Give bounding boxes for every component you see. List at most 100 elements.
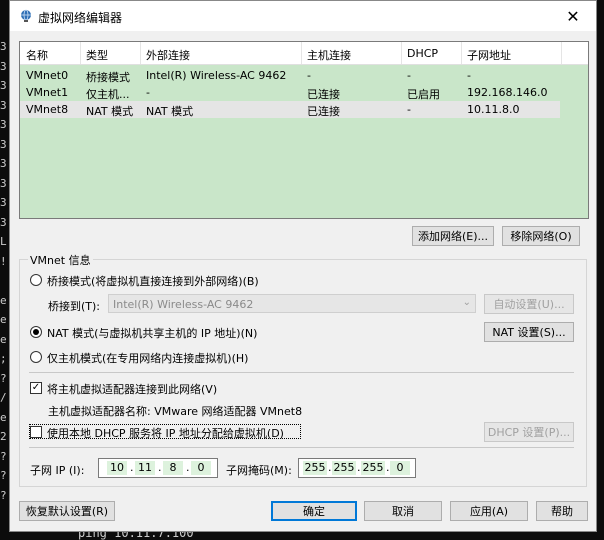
- auto-settings-button[interactable]: 自动设置(U)...: [484, 294, 574, 314]
- bridged-to-value: Intel(R) Wireless-AC 9462: [113, 298, 254, 311]
- bridged-mode-label[interactable]: 桥接模式(将虚拟机直接连接到外部网络)(B): [47, 273, 259, 289]
- cell-external: Intel(R) Wireless-AC 9462: [146, 69, 287, 82]
- column-header-host[interactable]: 主机连接: [307, 47, 351, 63]
- cell-name: VMnet8: [26, 103, 69, 116]
- bridged-to-select[interactable]: Intel(R) Wireless-AC 9462 ⌄: [108, 294, 476, 313]
- column-header-external[interactable]: 外部连接: [146, 47, 190, 63]
- terminal-char: e: [0, 332, 7, 346]
- host-only-mode-radio[interactable]: [30, 351, 42, 363]
- subnet-ip-octet-4[interactable]: 0: [191, 461, 211, 475]
- cell-subnet: 10.11.8.0: [467, 103, 520, 116]
- vmnet-info-group-title: VMnet 信息: [28, 252, 93, 268]
- terminal-background-right: [596, 0, 604, 538]
- cell-dhcp: 已启用: [407, 88, 440, 101]
- remove-network-button[interactable]: 移除网络(O): [502, 226, 580, 246]
- network-row-vmnet1[interactable]: VMnet1 仅主机... - 已连接 已启用 192.168.146.0: [20, 84, 588, 101]
- network-row-vmnet0[interactable]: VMnet0 桥接模式 Intel(R) Wireless-AC 9462 - …: [20, 67, 588, 84]
- terminal-char: 3: [0, 79, 7, 92]
- separator: [29, 372, 574, 373]
- terminal-char: L: [0, 235, 7, 248]
- cell-subnet: -: [467, 69, 471, 82]
- subnet-ip-octet-1[interactable]: 10: [107, 461, 127, 475]
- terminal-char: 3: [0, 118, 7, 131]
- cell-host: 已连接: [307, 105, 340, 118]
- cell-type: 桥接模式: [86, 71, 130, 84]
- terminal-char: 3: [0, 215, 7, 229]
- restore-defaults-button[interactable]: 恢复默认设置(R): [19, 501, 115, 521]
- subnet-mask-octet-3[interactable]: 255: [361, 461, 385, 475]
- terminal-char: 3: [0, 137, 7, 151]
- column-header-subnet[interactable]: 子网地址: [467, 47, 511, 63]
- subnet-ip-octet-3[interactable]: 8: [163, 461, 183, 475]
- network-globe-icon: [21, 9, 31, 22]
- bridged-to-label: 桥接到(T):: [48, 300, 101, 313]
- nat-settings-button[interactable]: NAT 设置(S)...: [484, 322, 574, 342]
- terminal-char: !: [0, 254, 7, 268]
- subnet-mask-label: 子网掩码(M):: [226, 464, 292, 477]
- terminal-char: 2: [0, 430, 7, 443]
- terminal-char: e: [0, 293, 7, 307]
- dhcp-settings-button[interactable]: DHCP 设置(P)...: [484, 422, 574, 442]
- virtual-network-editor-dialog: 虚拟网络编辑器 ✕ 名称 类型 外部连接 主机连接 DHCP 子网地址 VMne…: [9, 0, 597, 532]
- apply-button[interactable]: 应用(A): [450, 501, 528, 521]
- terminal-char: ?: [0, 469, 7, 482]
- terminal-char: /: [0, 391, 7, 404]
- connect-adapter-checkbox[interactable]: ✓: [30, 382, 42, 394]
- bridged-mode-radio[interactable]: [30, 274, 42, 286]
- cell-dhcp: -: [407, 103, 411, 116]
- title-bar[interactable]: 虚拟网络编辑器 ✕: [10, 1, 596, 31]
- cancel-button[interactable]: 取消: [364, 501, 442, 521]
- network-row-vmnet8[interactable]: VMnet8 NAT 模式 NAT 模式 已连接 - 10.11.8.0: [20, 101, 560, 118]
- chevron-down-icon: ⌄: [462, 297, 471, 308]
- add-network-button[interactable]: 添加网络(E)...: [412, 226, 494, 246]
- terminal-char: ?: [0, 449, 7, 463]
- separator: [29, 447, 574, 448]
- terminal-char: 3: [0, 157, 7, 170]
- close-button[interactable]: ✕: [550, 1, 596, 31]
- network-list-header: 名称 类型 外部连接 主机连接 DHCP 子网地址: [20, 42, 588, 65]
- column-header-dhcp[interactable]: DHCP: [407, 47, 438, 60]
- terminal-char: ?: [0, 371, 7, 385]
- column-header-name[interactable]: 名称: [26, 47, 48, 63]
- subnet-mask-input[interactable]: 255 . 255 . 255 . 0: [298, 458, 416, 478]
- terminal-char: e: [0, 313, 7, 326]
- cell-host: 已连接: [307, 88, 340, 101]
- terminal-char: 3: [0, 98, 7, 112]
- dialog-title: 虚拟网络编辑器: [38, 11, 123, 25]
- use-dhcp-checkbox[interactable]: [30, 426, 42, 438]
- terminal-char: e: [0, 410, 7, 424]
- subnet-mask-octet-4[interactable]: 0: [390, 461, 410, 475]
- subnet-ip-input[interactable]: 10 . 11 . 8 . 0: [98, 458, 218, 478]
- adapter-name-text: 主机虚拟适配器名称: VMware 网络适配器 VMnet8: [48, 405, 303, 418]
- column-header-type[interactable]: 类型: [86, 47, 108, 63]
- cell-external: -: [146, 86, 150, 99]
- nat-mode-label[interactable]: NAT 模式(与虚拟机共享主机的 IP 地址)(N): [47, 325, 257, 341]
- cell-type: NAT 模式: [86, 105, 134, 118]
- nat-mode-radio[interactable]: [30, 326, 42, 338]
- cell-external: NAT 模式: [146, 105, 194, 118]
- cell-subnet: 192.168.146.0: [467, 86, 548, 99]
- terminal-char: 3: [0, 176, 7, 190]
- use-dhcp-label[interactable]: 使用本地 DHCP 服务将 IP 地址分配给虚拟机(D): [47, 425, 284, 441]
- network-list[interactable]: 名称 类型 外部连接 主机连接 DHCP 子网地址 VMnet0 桥接模式 In…: [19, 41, 589, 219]
- terminal-char: 3: [0, 59, 7, 73]
- cell-type: 仅主机...: [86, 88, 130, 101]
- terminal-char: ;: [0, 352, 7, 365]
- checkmark-icon: ✓: [31, 382, 41, 393]
- cell-name: VMnet0: [26, 69, 69, 82]
- help-button[interactable]: 帮助: [536, 501, 588, 521]
- subnet-mask-octet-2[interactable]: 255: [332, 461, 356, 475]
- cell-name: VMnet1: [26, 86, 69, 99]
- subnet-mask-octet-1[interactable]: 255: [303, 461, 327, 475]
- ok-button[interactable]: 确定: [271, 501, 357, 521]
- subnet-ip-label: 子网 IP (I):: [30, 464, 85, 477]
- subnet-ip-octet-2[interactable]: 11: [135, 461, 155, 475]
- cell-host: -: [307, 69, 311, 82]
- connect-adapter-label[interactable]: 将主机虚拟适配器连接到此网络(V): [47, 381, 217, 397]
- host-only-mode-label[interactable]: 仅主机模式(在专用网络内连接虚拟机)(H): [47, 350, 248, 366]
- close-icon: ✕: [566, 6, 580, 26]
- terminal-char: 3: [0, 196, 7, 209]
- terminal-char: 3: [0, 40, 7, 53]
- terminal-char: ?: [0, 488, 7, 502]
- cell-dhcp: -: [407, 69, 411, 82]
